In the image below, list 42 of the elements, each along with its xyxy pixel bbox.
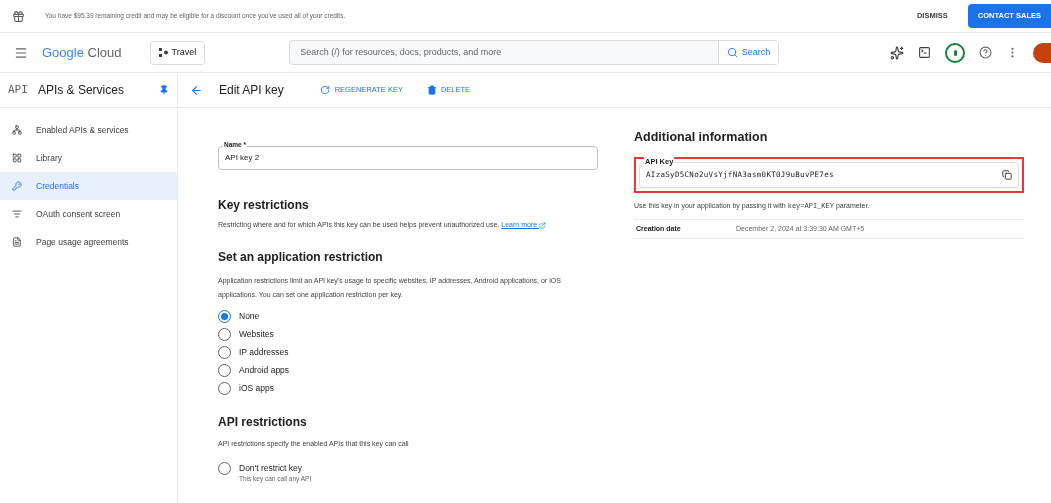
help-icon[interactable]	[979, 46, 992, 59]
avatar[interactable]	[1033, 42, 1051, 63]
search-button[interactable]: Search	[717, 41, 779, 64]
grid-icon	[12, 153, 22, 163]
menu-icon[interactable]	[14, 45, 28, 60]
project-picker[interactable]: Travel	[149, 40, 206, 65]
radio-label[interactable]: IP addresses	[239, 346, 289, 359]
page-title: Edit API key	[219, 82, 284, 99]
search-icon	[726, 47, 738, 58]
section-label: API	[8, 81, 28, 98]
key-icon	[12, 181, 22, 191]
radio-label[interactable]: iOS apps	[239, 382, 274, 395]
radio-label[interactable]: Don't restrict key	[239, 461, 303, 475]
sidebar-item[interactable]: Library	[0, 144, 177, 172]
terminal-icon[interactable]	[918, 46, 931, 59]
project-icon	[158, 48, 168, 57]
pin-icon[interactable]	[159, 85, 169, 95]
api-restrictions-heading: API restrictions	[218, 414, 308, 431]
refresh-icon	[319, 85, 330, 95]
key-restrictions-heading: Key restrictions	[218, 197, 310, 214]
sidebar-item[interactable]: Credentials	[0, 172, 177, 200]
document-icon	[12, 237, 22, 247]
copy-icon[interactable]	[1002, 169, 1012, 180]
additional-information-heading: Additional information	[634, 129, 769, 146]
logo[interactable]: Google Cloud	[42, 42, 122, 63]
application-restriction-heading: Set an application restriction	[218, 249, 384, 266]
trash-icon	[426, 85, 437, 95]
radio-label[interactable]: None	[239, 310, 260, 323]
sidebar-item[interactable]: OAuth consent screen	[0, 200, 177, 228]
status-icon[interactable]	[945, 42, 965, 63]
sparkle-icon[interactable]	[890, 45, 904, 60]
list-icon	[12, 209, 22, 219]
sidebar-item[interactable]: Page usage agreements	[0, 228, 177, 256]
sidebar-item[interactable]: Enabled APIs & services	[0, 116, 177, 144]
external-link-icon	[539, 221, 547, 229]
section-title: APIs & Services	[37, 82, 124, 99]
search-field[interactable]: Search (/) for resources, docs, products, and more Search	[289, 40, 780, 65]
gift-icon	[12, 9, 25, 23]
network-icon	[12, 125, 22, 135]
radio-label[interactable]: Websites	[239, 328, 274, 341]
back-icon[interactable]	[190, 83, 203, 97]
radio-label[interactable]: Android apps	[239, 364, 290, 377]
